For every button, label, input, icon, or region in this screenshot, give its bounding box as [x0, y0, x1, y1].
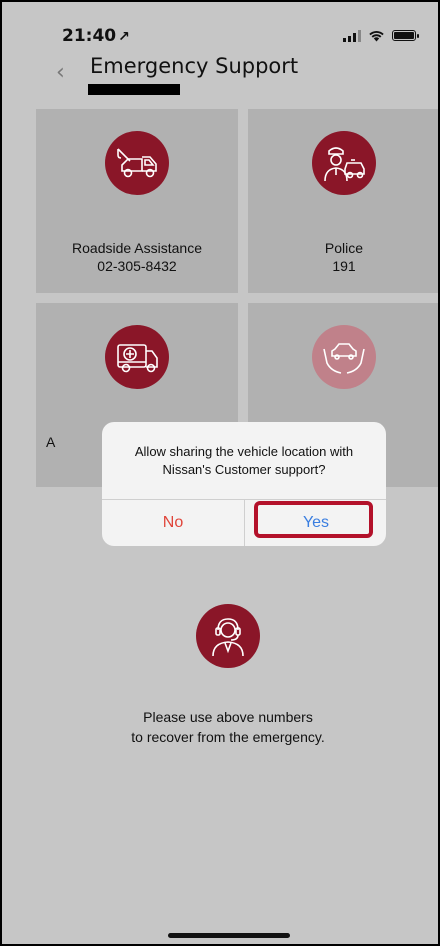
- customer-support-headset-icon: [196, 604, 260, 668]
- dialog-message-line-1: Allow sharing the vehicle location with: [134, 444, 354, 459]
- page-title: Emergency Support: [90, 54, 299, 78]
- home-indicator[interactable]: [168, 933, 290, 938]
- ambulance-icon: [105, 325, 169, 389]
- tile-label-ambulance-partial: A: [46, 434, 56, 450]
- tile-label: Police: [324, 240, 364, 256]
- tile-label: Roadside Assistance: [72, 240, 202, 256]
- tow-truck-icon: [105, 131, 169, 195]
- tile-police[interactable]: Police 191: [248, 109, 438, 293]
- location-sharing-dialog: Allow sharing the vehicle location with …: [102, 422, 386, 546]
- cellular-signal-icon: [343, 29, 361, 42]
- insurance-hands-car-icon: [312, 325, 376, 389]
- location-arrow-icon: ↗: [118, 29, 130, 45]
- status-bar: 21:40 ↗: [2, 2, 438, 52]
- status-icons: [343, 29, 419, 42]
- time-text: 21:40: [62, 26, 117, 46]
- tile-phone-number: 191: [332, 258, 356, 274]
- police-icon: [312, 131, 376, 195]
- battery-icon: [392, 30, 419, 41]
- status-time: 21:40 ↗: [62, 26, 130, 46]
- wifi-icon: [369, 30, 384, 42]
- info-text-line-1: Please use above numbers: [143, 709, 313, 725]
- dialog-message: Allow sharing the vehicle location with …: [112, 443, 376, 479]
- info-text-line-2: to recover from the emergency.: [131, 729, 325, 745]
- tile-roadside-assistance[interactable]: Roadside Assistance 02-305-8432: [36, 109, 238, 293]
- yes-button[interactable]: Yes: [245, 500, 386, 546]
- dialog-message-line-2: Nissan's Customer support?: [162, 462, 326, 477]
- back-button[interactable]: ‹: [56, 60, 65, 85]
- tile-phone-number: 02-305-8432: [97, 258, 177, 274]
- redaction-bar: [88, 84, 180, 95]
- phone-screen: 21:40 ↗ ‹ Emergency Support Roadside Ass…: [0, 0, 440, 946]
- no-button[interactable]: No: [102, 500, 244, 546]
